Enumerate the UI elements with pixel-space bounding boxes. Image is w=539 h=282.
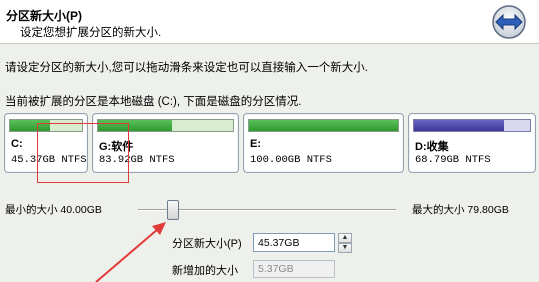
- page-title: 分区新大小(P): [6, 9, 82, 23]
- added-size-label: 新增加的大小: [172, 265, 238, 277]
- status-text: 当前被扩展的分区是本地磁盘 (C:), 下面是磁盘的分区情况.: [5, 96, 302, 108]
- wizard-header: 分区新大小(P) 设定您想扩展分区的新大小.: [0, 0, 539, 44]
- partition-label: E:: [250, 138, 261, 150]
- partition-label: C:: [11, 138, 23, 150]
- partition-label: D:收集: [415, 141, 449, 153]
- min-size-label: 最小的大小 40.00GB: [5, 204, 102, 216]
- stepper-up-icon[interactable]: ▲: [338, 233, 352, 243]
- partition-usage-fill: [249, 120, 398, 131]
- resize-arrows-icon: [492, 5, 526, 39]
- partition-usage-fill: [414, 120, 505, 131]
- max-size-label: 最大的大小 79.80GB: [412, 204, 509, 216]
- added-size-field: 5.37GB: [253, 260, 335, 278]
- stepper-down-icon[interactable]: ▼: [338, 243, 352, 253]
- new-size-input[interactable]: [253, 233, 335, 252]
- page-subtitle: 设定您想扩展分区的新大小.: [20, 27, 162, 39]
- size-slider-thumb[interactable]: [167, 200, 179, 220]
- partition-size: 68.79GB NTFS: [415, 154, 491, 166]
- annotation-highlight-box: [37, 123, 129, 183]
- partition-d[interactable]: D:收集 68.79GB NTFS: [408, 113, 536, 173]
- partition-e[interactable]: E: 100.00GB NTFS: [243, 113, 404, 173]
- new-size-stepper[interactable]: ▲ ▼: [338, 233, 352, 253]
- wizard-content: 请设定分区的新大小,您可以拖动滑条来设定也可以直接输入一个新大小. 当前被扩展的…: [0, 45, 539, 282]
- instruction-text: 请设定分区的新大小,您可以拖动滑条来设定也可以直接输入一个新大小.: [5, 62, 368, 74]
- partition-size: 100.00GB NTFS: [250, 154, 332, 166]
- new-size-label: 分区新大小(P): [172, 238, 242, 250]
- partition-usage-bar: [413, 119, 531, 132]
- partition-usage-bar: [248, 119, 399, 132]
